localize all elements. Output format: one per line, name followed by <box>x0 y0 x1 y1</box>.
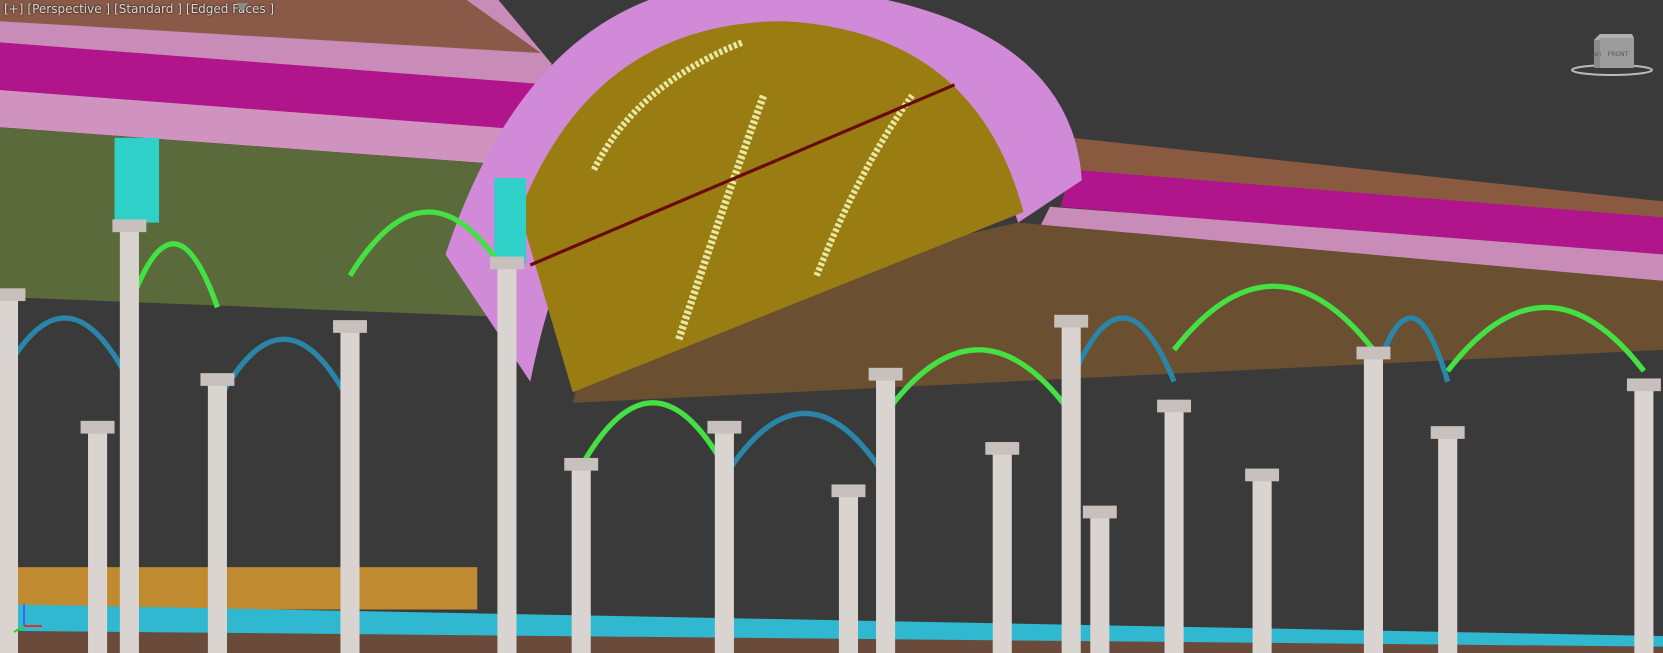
column <box>88 429 108 653</box>
column <box>1090 514 1110 653</box>
arcade-arch <box>722 410 888 479</box>
column <box>207 381 227 653</box>
filter-icon[interactable] <box>236 3 248 12</box>
column-capital <box>0 288 26 302</box>
column <box>1252 477 1272 653</box>
viewport-perspective[interactable]: [+] [Perspective ] [Standard ] [Edged Fa… <box>0 0 1663 653</box>
column <box>1164 408 1184 653</box>
viewcube[interactable]: FRONT LEFT <box>1568 28 1660 78</box>
column <box>1438 434 1458 653</box>
shading-mode-button[interactable]: [Standard ] <box>114 2 182 16</box>
column-capital <box>831 484 866 498</box>
column-capital <box>707 420 742 434</box>
column-capital <box>1626 378 1661 392</box>
display-mode-button[interactable]: [Edged Faces ] <box>186 2 274 16</box>
column-capital <box>1245 468 1280 482</box>
column <box>876 376 896 653</box>
column <box>1634 386 1654 653</box>
axis-tripod-icon <box>13 604 42 633</box>
column-capital <box>1157 399 1192 413</box>
arcade-arch <box>0 315 132 383</box>
column-capital <box>564 457 599 471</box>
column-capital <box>112 219 147 233</box>
column-capital <box>200 373 235 386</box>
column <box>497 265 517 653</box>
arcade-arch <box>215 336 353 405</box>
scene-3d-model[interactable] <box>0 0 1663 653</box>
column <box>714 429 734 653</box>
viewcube-front-label: FRONT <box>1608 51 1629 58</box>
cyan-pier <box>494 178 527 263</box>
column-capital <box>985 442 1020 455</box>
column <box>1061 323 1081 653</box>
column-capital <box>1054 314 1089 328</box>
column-capital <box>489 256 524 270</box>
column <box>119 227 139 653</box>
viewcube-left-label: LEFT <box>1592 52 1602 57</box>
column <box>1363 355 1384 653</box>
column <box>571 466 591 653</box>
column-capital <box>80 420 115 434</box>
column <box>992 450 1012 653</box>
arcade-arch <box>578 400 727 468</box>
viewport-menu-button[interactable]: [+] <box>4 2 23 16</box>
column-capital <box>1082 505 1117 519</box>
left-railing <box>0 567 478 610</box>
viewport-label: [+] [Perspective ] [Standard ] [Edged Fa… <box>4 2 274 16</box>
column-capital <box>1430 426 1465 439</box>
column-capital <box>333 320 367 333</box>
view-type-button[interactable]: [Perspective ] <box>27 2 110 16</box>
column <box>340 328 360 653</box>
column <box>838 492 859 653</box>
cyan-pier <box>114 137 160 223</box>
column-capital <box>1356 346 1391 360</box>
column-capital <box>868 367 903 381</box>
